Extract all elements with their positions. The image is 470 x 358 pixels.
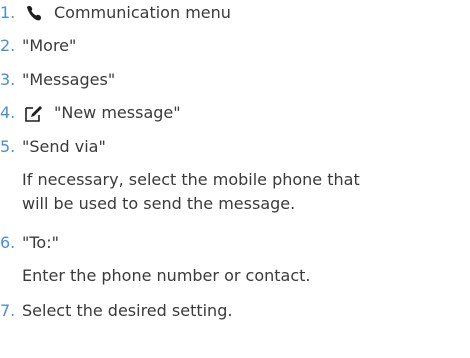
step-text: "More" — [22, 36, 77, 55]
instruction-list: 1. Communication menu 2. "More" 3. "Mess… — [0, 0, 470, 358]
step-6: 6. "To:" — [0, 233, 470, 253]
step-number: 2. — [0, 36, 16, 55]
step-5-note-line-1: If necessary, select the mobile phone th… — [22, 170, 360, 189]
step-text: Communication menu — [54, 3, 231, 22]
phone-icon — [24, 3, 44, 23]
step-text: Select the desired setting. — [22, 301, 233, 320]
step-3: 3. "Messages" — [0, 70, 470, 90]
step-6-note: Enter the phone number or contact. — [22, 266, 311, 285]
step-text: "New message" — [54, 103, 181, 122]
step-number: 7. — [0, 301, 16, 320]
step-number: 5. — [0, 137, 16, 156]
step-number: 1. — [0, 3, 16, 22]
step-text: "Send via" — [22, 137, 106, 156]
step-text: "Messages" — [22, 70, 116, 89]
step-number: 4. — [0, 103, 16, 122]
step-5-note-line-2: will be used to send the message. — [22, 194, 296, 213]
step-number: 3. — [0, 70, 16, 89]
step-1: 1. Communication menu — [0, 3, 470, 23]
step-7: 7. Select the desired setting. — [0, 301, 470, 321]
step-4: 4. "New message" — [0, 103, 470, 123]
step-5: 5. "Send via" — [0, 137, 470, 157]
step-2: 2. "More" — [0, 36, 470, 56]
compose-icon — [24, 103, 44, 123]
step-text: "To:" — [22, 233, 59, 252]
step-number: 6. — [0, 233, 16, 252]
